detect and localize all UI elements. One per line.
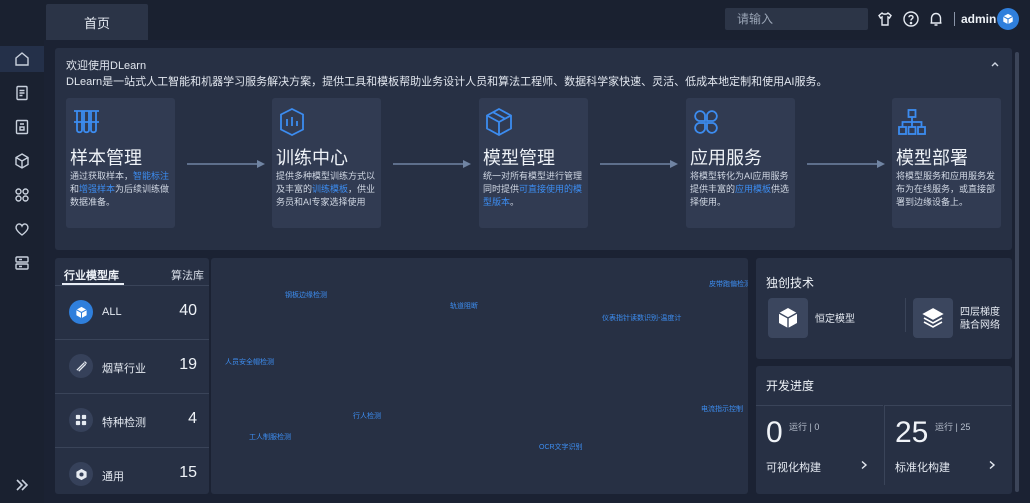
industry-row-count: 15 <box>179 464 197 481</box>
model-tag[interactable]: 皮带跑偏检测 <box>709 279 748 289</box>
cube-icon[interactable] <box>13 152 31 170</box>
tab-home[interactable]: 首页 <box>46 4 148 40</box>
industry-row-count: 40 <box>179 302 197 319</box>
progress-label: 可视化构建 <box>766 462 821 474</box>
step-model-deployment[interactable]: 模型部署 将模型服务和应用服务发布为在线服务，或直接部署到边缘设备上。 <box>892 98 1001 228</box>
progress-panel: 开发进度 0 运行 | 0 可视化构建 25 运行 | 25 标准化构建 <box>756 366 1012 494</box>
step-description: 将模型服务和应用服务发布为在线服务，或直接部署到边缘设备上。 <box>896 171 996 207</box>
collapse-icon[interactable] <box>989 57 1001 69</box>
home-icon[interactable] <box>13 50 31 68</box>
model-tag[interactable]: 工人制服检测 <box>249 432 291 442</box>
progress-running: 运行 | 0 <box>789 422 820 432</box>
test-tubes-icon <box>70 106 102 138</box>
progress-card-standard[interactable]: 25 运行 | 25 标准化构建 <box>884 405 1011 485</box>
topbar: 首页 请输入 admin <box>44 0 1030 40</box>
divider <box>905 298 906 332</box>
chevron-right-icon[interactable] <box>987 459 997 473</box>
cube-icon <box>69 300 93 324</box>
step-application-service[interactable]: 应用服务 将模型转化为AI应用服务提供丰富的应用模板供选择使用。 <box>686 98 795 228</box>
avatar-cube-icon <box>1003 13 1013 25</box>
tab-algorithm-library[interactable]: 算法库 <box>171 267 204 283</box>
flow-arrow <box>807 160 885 168</box>
progress-label: 标准化构建 <box>895 462 950 474</box>
welcome-description: DLearn是一站式人工智能和机器学习服务解决方案，提供工具和模板帮助业务设计人… <box>66 76 828 88</box>
step-description: 通过获取样本，智能标注和增强样本为后续训练做数据准备。 <box>70 171 170 207</box>
tech-item-four-layer: 四层梯度 融合网络 <box>960 307 1000 331</box>
help-icon[interactable] <box>902 10 920 28</box>
grid-squares-icon <box>69 408 93 432</box>
model-tag[interactable]: 行人检测 <box>353 411 381 421</box>
industry-row-tobacco[interactable]: 烟草行业 19 <box>55 340 209 394</box>
step-description: 统一对所有模型进行管理同时提供可直接使用的模型版本。 <box>483 171 583 207</box>
step-title: 样本管理 <box>70 148 142 168</box>
model-tag[interactable]: OCR文字识别 <box>539 442 583 452</box>
step-model-management[interactable]: 模型管理 统一对所有模型进行管理同时提供可直接使用的模型版本。 <box>479 98 588 228</box>
step-description: 将模型转化为AI应用服务提供丰富的应用模板供选择使用。 <box>690 171 790 207</box>
training-icon <box>276 106 308 138</box>
cube-model-icon <box>483 106 515 138</box>
sidebar <box>0 0 44 503</box>
flow-arrow <box>600 160 678 168</box>
industry-row-all[interactable]: ALL 40 <box>55 286 209 340</box>
industry-row-special-detection[interactable]: 特种检测 4 <box>55 394 209 448</box>
tech-item-constant-model: 恒定模型 <box>815 314 855 325</box>
model-tag-cloud: 钢板边缘检测 轨道阻断 皮带跑偏检测 仪表指针读数识别-温度计 人员安全帽检测 … <box>211 258 748 494</box>
step-description: 提供多种模型训练方式以及丰富的训练模板，供业务员和AI专家选择使用 <box>276 171 376 207</box>
model-tag[interactable]: 钢板边缘检测 <box>285 290 327 300</box>
step-title: 模型部署 <box>896 148 968 168</box>
industry-row-label: 特种检测 <box>102 417 146 429</box>
industry-row-label: 烟草行业 <box>102 363 146 375</box>
step-title: 应用服务 <box>690 148 762 168</box>
book-icon[interactable] <box>13 118 31 136</box>
tech-title: 独创技术 <box>766 276 815 290</box>
step-training-center[interactable]: 训练中心 提供多种模型训练方式以及丰富的训练模板，供业务员和AI专家选择使用 <box>272 98 381 228</box>
avatar[interactable] <box>997 8 1019 30</box>
hierarchy-icon <box>896 106 928 138</box>
scrollbar[interactable] <box>1015 52 1019 492</box>
username[interactable]: admin <box>961 12 996 26</box>
heart-icon[interactable] <box>13 220 31 238</box>
industry-model-panel: 行业模型库 算法库 ALL 40 烟草行业 19 特种检测 4 通用 15 <box>55 258 209 494</box>
flow-arrow <box>393 160 471 168</box>
divider <box>954 12 955 26</box>
model-tag[interactable]: 轨道阻断 <box>450 301 478 311</box>
tech-panel: 独创技术 恒定模型 四层梯度 融合网络 <box>756 258 1012 359</box>
hexagon-icon <box>69 462 93 486</box>
search-input[interactable]: 请输入 <box>725 8 868 30</box>
clover-icon <box>690 106 722 138</box>
tobacco-icon <box>69 354 93 378</box>
shirt-icon[interactable] <box>876 10 894 28</box>
industry-row-label: 通用 <box>102 471 124 483</box>
progress-title: 开发进度 <box>766 379 815 393</box>
step-title: 模型管理 <box>483 148 555 168</box>
bell-icon[interactable] <box>927 10 945 28</box>
industry-row-general[interactable]: 通用 15 <box>55 448 209 494</box>
model-tag[interactable]: 电流指示控制 <box>701 404 743 414</box>
document-icon[interactable] <box>13 84 31 102</box>
progress-count: 0 <box>766 416 783 449</box>
progress-card-visual[interactable]: 0 运行 | 0 可视化构建 <box>756 405 883 485</box>
progress-running: 运行 | 25 <box>935 422 971 432</box>
layers-icon <box>913 298 953 338</box>
step-sample-management[interactable]: 样本管理 通过获取样本，智能标注和增强样本为后续训练做数据准备。 <box>66 98 175 228</box>
welcome-title: 欢迎使用DLearn <box>66 60 147 72</box>
industry-row-label: ALL <box>102 306 122 318</box>
model-tag[interactable]: 仪表指针读数识别-温度计 <box>602 313 681 323</box>
server-icon[interactable] <box>13 254 31 272</box>
grid-icon[interactable] <box>13 186 31 204</box>
flow-arrow <box>187 160 265 168</box>
expand-icon[interactable] <box>13 476 31 494</box>
industry-row-count: 4 <box>188 410 197 427</box>
tab-industry-models[interactable]: 行业模型库 <box>64 267 119 283</box>
industry-row-count: 19 <box>179 356 197 373</box>
progress-count: 25 <box>895 416 929 449</box>
chevron-right-icon[interactable] <box>859 459 869 473</box>
step-title: 训练中心 <box>276 148 348 168</box>
cube-icon <box>768 298 808 338</box>
model-tag[interactable]: 人员安全帽检测 <box>225 357 274 367</box>
